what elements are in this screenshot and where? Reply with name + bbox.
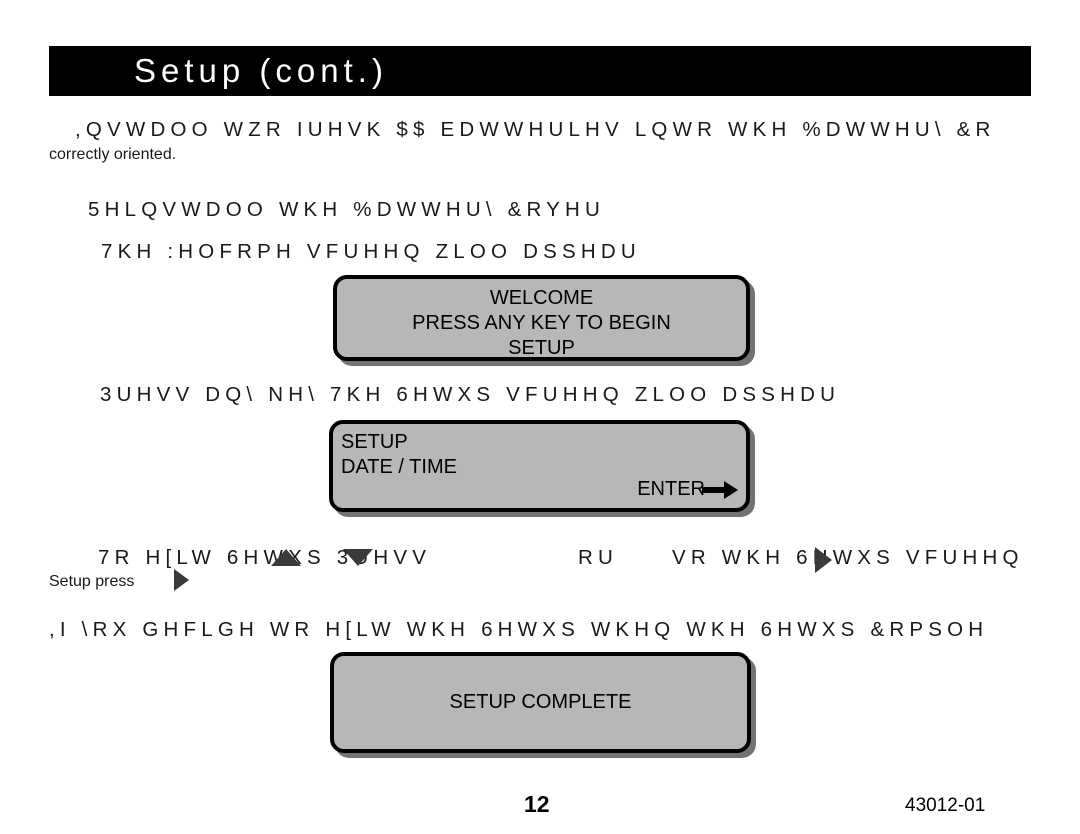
lcd-screen-setup: SETUP DATE / TIME ENTER — [329, 420, 750, 512]
lcd-welcome-line-2: PRESS ANY KEY TO BEGIN — [412, 312, 671, 334]
footer-document-code: 43012-01 — [905, 795, 986, 816]
intro-paragraph-line-1: ,QVWDOO WZR IUHVK $$ EDWWHULHV LQWR WKH … — [75, 118, 996, 141]
to-exit-setup-text-part-3: VR WKH 6HWXS VFUHHQ — [672, 546, 1024, 569]
triangle-up-icon — [271, 549, 301, 566]
lcd-welcome-line-1: WELCOME — [489, 287, 594, 309]
setup-press-line: Setup press — [49, 573, 134, 591]
manual-page: Setup (cont.) ,QVWDOO WZR IUHVK $$ EDWWH… — [0, 0, 1080, 834]
setup-press-label: Setup press — [49, 573, 135, 590]
page-title: Setup (cont.) — [134, 52, 388, 89]
footer-page-number: 12 — [524, 791, 550, 817]
reinstall-battery-cover-heading: 5HLQVWDOO WKH %DWWHU\ &RYHU — [88, 198, 606, 221]
arrow-right-icon — [702, 480, 738, 499]
triangle-right-icon — [815, 547, 832, 573]
intro-paragraph-line-2: correctly oriented. — [49, 146, 177, 163]
lcd-setup-enter-label: ENTER — [637, 478, 705, 500]
if-you-decide-to-exit-line: ,I \RX GHFLGH WR H[LW WKH 6HWXS WKHQ WKH… — [49, 618, 989, 641]
welcome-screen-heading: 7KH :HOFRPH VFUHHQ ZLOO DSSHDU — [101, 240, 641, 263]
to-exit-setup-text-part-1: 7R H[LW 6HWXS 3UHVV — [98, 546, 432, 569]
triangle-right-icon-inline — [174, 569, 189, 591]
lcd-welcome-line-3: SETUP — [508, 337, 575, 359]
lcd-setup-enter-row: ENTER — [637, 477, 738, 502]
lcd-screen-setup-complete: SETUP COMPLETE — [330, 652, 751, 753]
triangle-down-icon — [343, 549, 373, 566]
lcd-setup-line-1: SETUP — [341, 431, 408, 453]
to-exit-setup-text-part-2: RU — [578, 546, 619, 569]
lcd-complete-line-1: SETUP COMPLETE — [449, 691, 632, 713]
lcd-screen-welcome: WELCOME PRESS ANY KEY TO BEGIN SETUP — [333, 275, 750, 361]
press-any-key-heading: 3UHVV DQ\ NH\ 7KH 6HWXS VFUHHQ ZLOO DSSH… — [100, 383, 841, 406]
page-header-bar: Setup (cont.) — [49, 46, 1031, 96]
